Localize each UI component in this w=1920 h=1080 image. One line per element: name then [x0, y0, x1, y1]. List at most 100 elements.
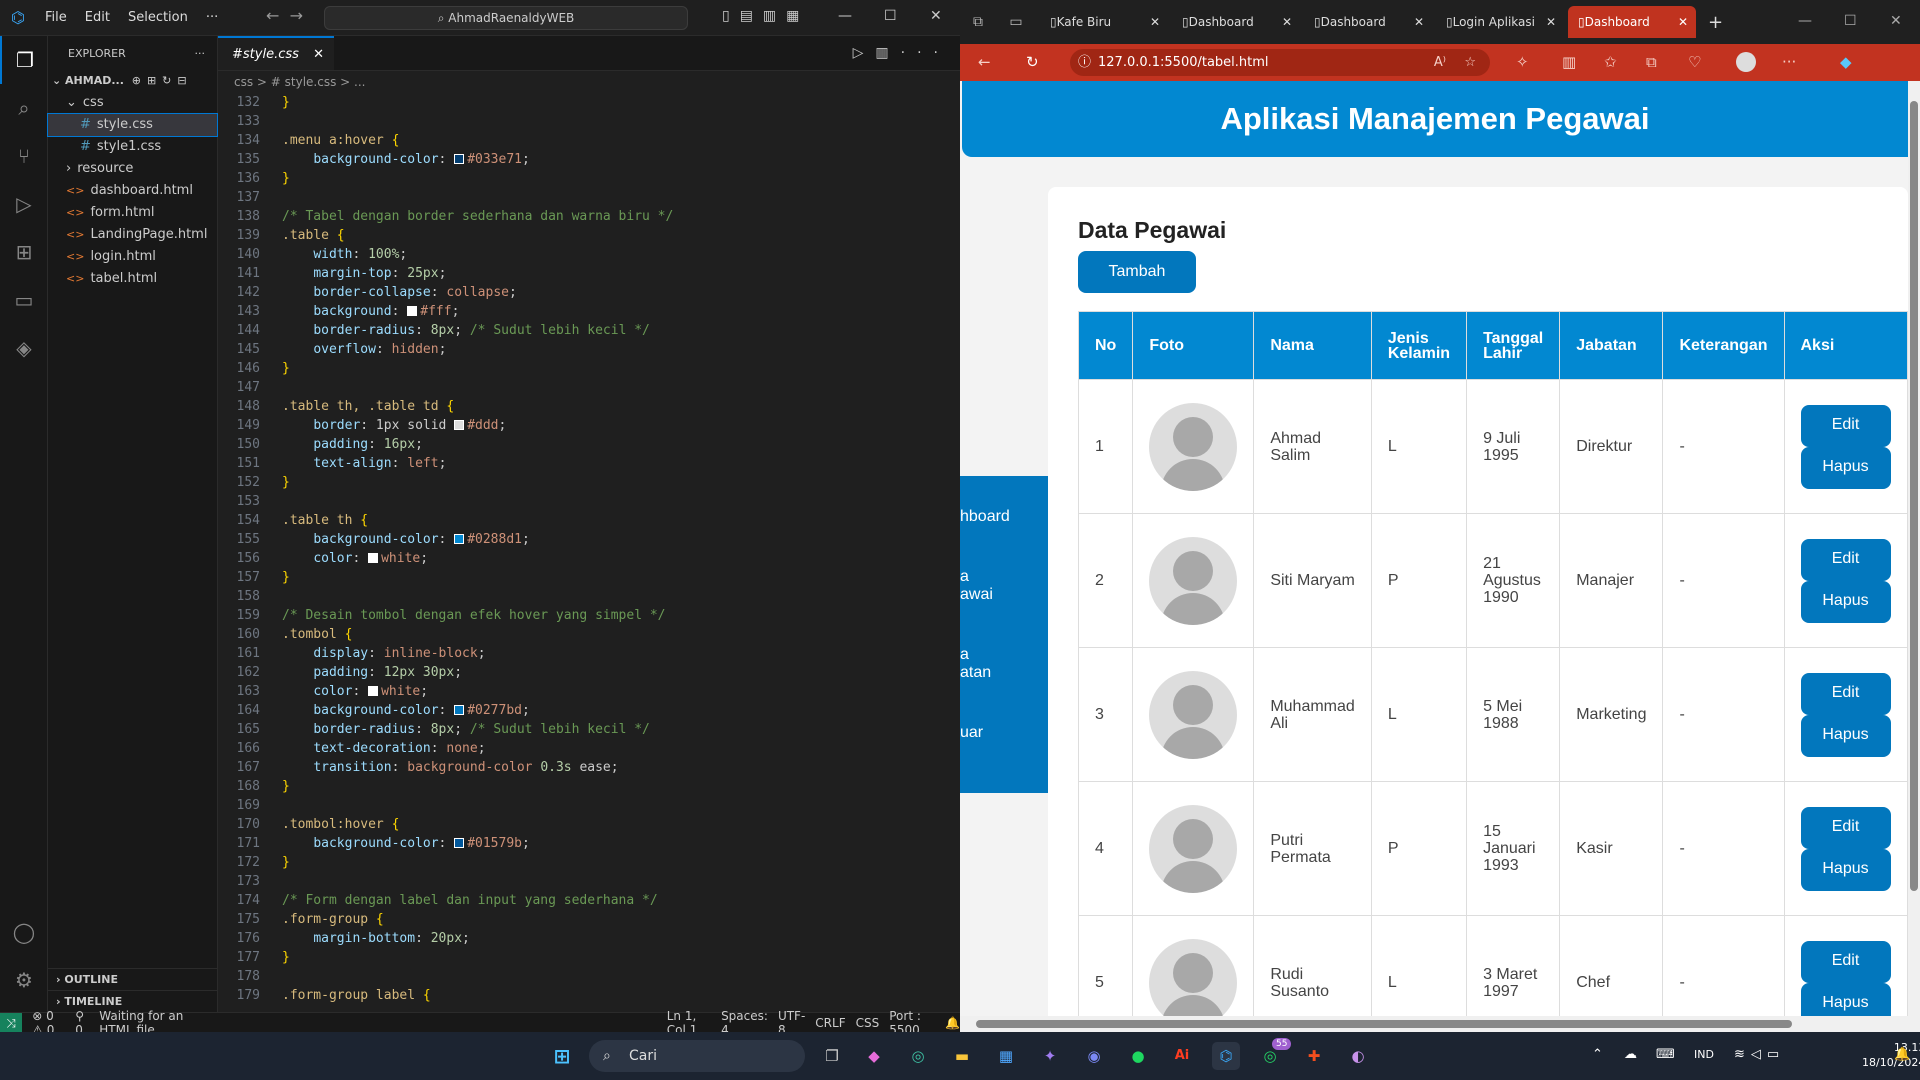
copilot-icon[interactable]: ◆: [1840, 53, 1852, 71]
editor-actions-icons[interactable]: ▷▥···: [853, 45, 950, 61]
keyboard-icon[interactable]: ⌨: [1656, 1047, 1675, 1062]
browser-tab[interactable]: ▯ Dashboard ✕: [1304, 6, 1432, 38]
hapus-button[interactable]: Hapus: [1800, 580, 1891, 623]
taskbar-search[interactable]: ⌕ Cari: [589, 1040, 805, 1072]
discord-icon[interactable]: ◉: [1080, 1042, 1108, 1070]
browser-tab[interactable]: ▯ Kafe Biru ✕: [1040, 6, 1168, 38]
spotify-icon[interactable]: ●: [1124, 1042, 1152, 1070]
start-windows-icon[interactable]: ⊞: [548, 1042, 576, 1070]
address-bar[interactable]: ⓘ 127.0.0.1:5500/tabel.html A⁾ ☆: [1070, 49, 1490, 76]
ms-store-icon[interactable]: ▦: [992, 1042, 1020, 1070]
file-explorer-icon[interactable]: ▬: [948, 1042, 976, 1070]
back-icon[interactable]: ←: [978, 53, 991, 71]
notifications-bell-icon[interactable]: 🔔: [945, 1016, 960, 1030]
input-language[interactable]: IND: [1694, 1048, 1714, 1061]
tree-item-login-html[interactable]: <> login.html: [48, 246, 217, 268]
collections-icon[interactable]: ⧉: [1646, 53, 1657, 71]
tray-chevron-icon[interactable]: ⌃: [1592, 1047, 1603, 1062]
maximize-icon[interactable]: ☐: [884, 8, 897, 24]
tree-item-landingpage-html[interactable]: <> LandingPage.html: [48, 224, 217, 246]
edge-icon[interactable]: ◎: [904, 1042, 932, 1070]
explorer-actions-icons[interactable]: ⊕⊞↻⊟: [132, 74, 193, 87]
line-ending[interactable]: CRLF: [815, 1016, 845, 1030]
code-editor[interactable]: 132} 133 134 .menu a:hover {135 background-…: [218, 93, 960, 1012]
clock[interactable]: 13.13 18/10/2024: [1862, 1040, 1920, 1070]
tambah-button[interactable]: Tambah: [1078, 251, 1196, 293]
account-icon[interactable]: ◯: [0, 908, 48, 956]
favorites-icon[interactable]: ✩: [1604, 53, 1617, 71]
tree-item-resource[interactable]: › resource: [48, 158, 217, 180]
hapus-button[interactable]: Hapus: [1800, 714, 1891, 757]
tab-close-icon[interactable]: ✕: [1282, 15, 1292, 29]
edit-button[interactable]: Edit: [1800, 404, 1891, 447]
edit-button[interactable]: Edit: [1800, 538, 1891, 581]
side-menu-data-jabatan-line1[interactable]: a: [960, 646, 969, 664]
site-info-icon[interactable]: ⓘ: [1078, 49, 1091, 76]
refresh-icon[interactable]: ↻: [1026, 53, 1039, 71]
browser-minimize-icon[interactable]: —: [1798, 13, 1812, 29]
browser-tab[interactable]: ▯ Dashboard ✕: [1568, 6, 1696, 38]
browser-tab[interactable]: ▯ Login Aplikasi ✕: [1436, 6, 1564, 38]
side-menu-data-pegawai-line2[interactable]: awai: [960, 586, 993, 604]
split-screen-icon[interactable]: ▥: [1562, 53, 1576, 71]
nav-arrows-icon[interactable]: ← →: [266, 6, 303, 25]
hapus-button[interactable]: Hapus: [1800, 848, 1891, 891]
remote-indicator-icon[interactable]: ⤨: [0, 1012, 23, 1033]
hapus-button[interactable]: Hapus: [1800, 446, 1891, 489]
settings-gear-icon[interactable]: ⚙: [0, 956, 48, 1004]
vertical-tabs-icon[interactable]: ▭: [996, 14, 1036, 30]
tree-item-css[interactable]: ⌄ css: [48, 92, 217, 114]
menu-edit[interactable]: Edit: [76, 10, 119, 25]
explorer-icon[interactable]: ❐: [0, 36, 48, 84]
menu-file[interactable]: File: [36, 10, 76, 25]
layout-toggle-icons[interactable]: ▯▤▥▦: [722, 8, 809, 24]
edit-button[interactable]: Edit: [1800, 940, 1891, 983]
github-icon[interactable]: ◐: [1344, 1042, 1372, 1070]
explorer-more-icon[interactable]: ···: [195, 47, 206, 60]
vscode-taskbar-icon[interactable]: ⌬: [1212, 1042, 1240, 1070]
browser-close-icon[interactable]: ✕: [1890, 13, 1902, 29]
browser-essentials-icon[interactable]: ♡: [1688, 53, 1701, 71]
task-view-icon[interactable]: ❐: [818, 1042, 846, 1070]
side-menu-dashboard[interactable]: hboard: [960, 508, 1010, 526]
edit-button[interactable]: Edit: [1800, 672, 1891, 715]
run-debug-icon[interactable]: ▷: [0, 180, 48, 228]
tab-close-icon[interactable]: ✕: [1414, 15, 1424, 29]
tray-app-icon[interactable]: ☁: [1624, 1047, 1637, 1062]
close-icon[interactable]: ✕: [930, 8, 942, 24]
figma-icon[interactable]: ✚: [1300, 1042, 1328, 1070]
outline-section[interactable]: › OUTLINE: [48, 968, 218, 990]
profile-avatar[interactable]: [1736, 52, 1756, 72]
menu-more[interactable]: ···: [197, 10, 227, 25]
minimize-icon[interactable]: —: [838, 8, 852, 24]
notification-bell-icon[interactable]: 🔔: [1894, 1047, 1910, 1062]
python-icon[interactable]: ◈: [0, 324, 48, 372]
side-menu-data-pegawai-line1[interactable]: a: [960, 568, 969, 586]
read-aloud-icon[interactable]: A⁾: [1434, 49, 1446, 76]
hapus-button[interactable]: Hapus: [1800, 982, 1891, 1016]
workspace-root[interactable]: ⌄ AHMAD... ⊕⊞↻⊟: [48, 70, 217, 92]
vertical-scroll-thumb[interactable]: [1910, 101, 1918, 891]
tab-style-css[interactable]: #style.css ✕: [218, 36, 334, 70]
language-mode[interactable]: CSS: [856, 1016, 880, 1030]
source-control-icon[interactable]: ⑂: [0, 132, 48, 180]
tree-item-style-css[interactable]: # style.css: [47, 113, 218, 137]
edit-button[interactable]: Edit: [1800, 806, 1891, 849]
browser-tab[interactable]: ▯ Dashboard ✕: [1172, 6, 1300, 38]
copilot-app-icon[interactable]: ◆: [860, 1042, 888, 1070]
tab-close-icon[interactable]: ✕: [1678, 15, 1688, 29]
tree-item-tabel-html[interactable]: <> tabel.html: [48, 268, 217, 290]
side-menu-keluar[interactable]: uar: [960, 724, 983, 742]
tree-item-form-html[interactable]: <> form.html: [48, 202, 217, 224]
new-tab-icon[interactable]: +: [1708, 12, 1723, 33]
browser-menu-icon[interactable]: ···: [1782, 53, 1796, 71]
tree-item-dashboard-html[interactable]: <> dashboard.html: [48, 180, 217, 202]
side-menu-data-jabatan-line2[interactable]: atan: [960, 664, 991, 682]
horizontal-scroll-thumb[interactable]: [976, 1020, 1792, 1028]
workspaces-icon[interactable]: ⧉: [960, 14, 996, 30]
browser-maximize-icon[interactable]: ☐: [1844, 13, 1857, 29]
network-volume-battery-icons[interactable]: ≋◁▭: [1734, 1047, 1785, 1062]
extensions-icon[interactable]: ⊞: [0, 228, 48, 276]
tab-close-icon[interactable]: ✕: [1546, 15, 1556, 29]
illustrator-icon[interactable]: Ai: [1168, 1042, 1196, 1070]
